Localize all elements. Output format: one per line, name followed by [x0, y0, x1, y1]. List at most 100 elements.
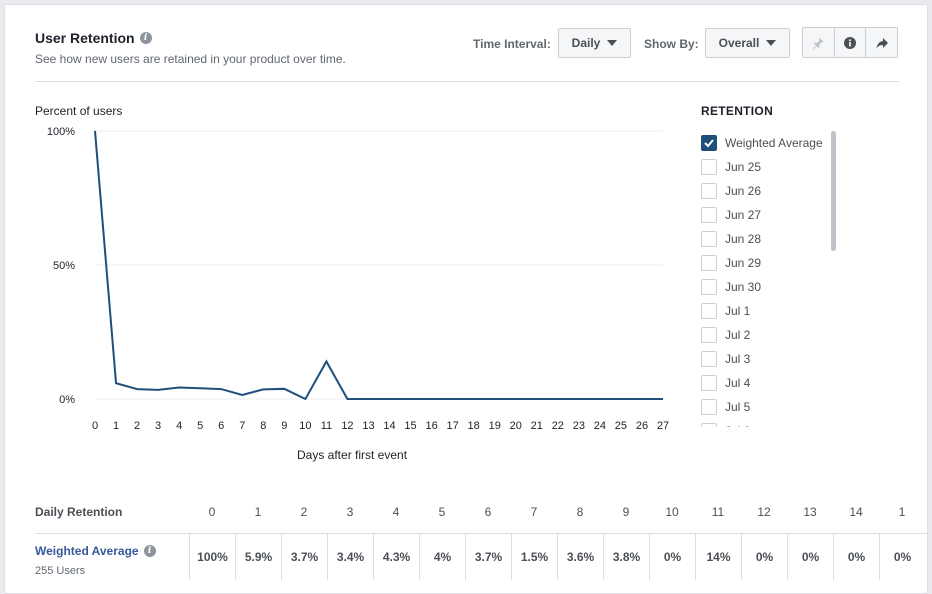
row-user-count: 255 Users: [35, 565, 86, 577]
retention-item[interactable]: Jul 2: [701, 323, 825, 347]
retention-item-label: Jul 2: [725, 328, 751, 342]
table-cell: 0%: [879, 534, 925, 580]
retention-item[interactable]: Jun 29: [701, 251, 825, 275]
chevron-down-icon: [766, 40, 777, 46]
x-tick-label: 9: [281, 420, 287, 432]
retention-item[interactable]: Jun 27: [701, 203, 825, 227]
table-cell: 3.6%: [557, 534, 603, 580]
retention-item[interactable]: Jul 1: [701, 299, 825, 323]
x-tick-label: 14: [383, 420, 395, 432]
column-header: 1: [254, 505, 262, 519]
retention-item[interactable]: Jul 6: [701, 419, 825, 427]
checkbox[interactable]: [701, 255, 717, 271]
x-tick-label: 20: [510, 420, 522, 432]
x-tick-label: 2: [134, 420, 140, 432]
table-cell: 1.5%: [511, 534, 557, 580]
x-tick-label: 19: [489, 420, 501, 432]
column-header: 10: [665, 505, 679, 519]
x-tick-label: 5: [197, 420, 203, 432]
column-header: 3: [346, 505, 354, 519]
y-tick-label: 50%: [53, 260, 75, 272]
column-header: 2: [300, 505, 308, 519]
table-cell: 100%: [189, 534, 235, 580]
checkbox[interactable]: [701, 399, 717, 415]
y-tick-label: 0%: [59, 394, 75, 406]
x-tick-label: 11: [321, 420, 332, 432]
share-button[interactable]: [866, 28, 897, 57]
table-cell: 0%: [787, 534, 833, 580]
table-cell: 4.3%: [373, 534, 419, 580]
checkbox[interactable]: [701, 327, 717, 343]
retention-item[interactable]: Jun 26: [701, 179, 825, 203]
retention-item-label: Jun 26: [725, 184, 762, 198]
retention-item[interactable]: Jun 28: [701, 227, 825, 251]
x-tick-label: 24: [594, 420, 606, 432]
x-tick-label: 10: [299, 420, 311, 432]
table-header: Daily Retention 0 1 2 3 4 5 6 7 8 9 10 11 12 13 14 1: [35, 499, 927, 525]
x-tick-label: 23: [573, 420, 585, 432]
checkbox[interactable]: [701, 159, 717, 175]
chart-actions: [802, 27, 898, 58]
x-tick-label: 6: [218, 420, 224, 432]
info-icon[interactable]: i: [143, 545, 156, 557]
retention-item-label: Jul 1: [725, 304, 751, 318]
table-cell: 4%: [419, 534, 465, 580]
column-header: 4: [392, 505, 400, 519]
checkbox[interactable]: [701, 375, 717, 391]
column-header: 0: [208, 505, 216, 519]
retention-item-label: Jul 4: [725, 376, 751, 390]
x-tick-label: 16: [425, 420, 437, 432]
retention-item-label: Jun 29: [725, 256, 762, 270]
row-name-link[interactable]: Weighted Average i: [35, 544, 156, 558]
column-header: 9: [622, 505, 630, 519]
retention-item-label: Jul 3: [725, 352, 751, 366]
retention-legend-title: RETENTION: [701, 104, 774, 118]
x-tick-label: 1: [113, 420, 119, 432]
retention-item-label: Jun 25: [725, 160, 762, 174]
checkbox[interactable]: [701, 207, 717, 223]
checkbox[interactable]: [701, 423, 717, 427]
table-cell: 5.9%: [235, 534, 281, 580]
x-tick-label: 7: [239, 420, 245, 432]
scrollbar-thumb[interactable]: [831, 131, 836, 251]
checkbox[interactable]: [701, 279, 717, 295]
x-tick-label: 26: [636, 420, 648, 432]
column-header: 7: [530, 505, 538, 519]
column-header: 6: [484, 505, 492, 519]
retention-scrollbar[interactable]: [831, 131, 836, 427]
retention-item[interactable]: Weighted Average: [701, 131, 825, 155]
x-tick-label: 3: [155, 420, 161, 432]
column-header: 12: [757, 505, 771, 519]
retention-item[interactable]: Jul 4: [701, 371, 825, 395]
table-cell: 3.7%: [465, 534, 511, 580]
table-cell: 3.8%: [603, 534, 649, 580]
checkbox[interactable]: [701, 135, 717, 151]
x-tick-label: 15: [404, 420, 416, 432]
retention-item[interactable]: Jul 5: [701, 395, 825, 419]
y-tick-label: 100%: [47, 126, 75, 138]
checkbox[interactable]: [701, 351, 717, 367]
checkbox[interactable]: [701, 183, 717, 199]
table-cell: 3.7%: [281, 534, 327, 580]
retention-item[interactable]: Jun 25: [701, 155, 825, 179]
x-tick-label: 21: [531, 420, 543, 432]
retention-item-label: Weighted Average: [725, 136, 823, 150]
column-header: 14: [849, 505, 863, 519]
x-tick-label: 0: [92, 420, 98, 432]
show-by-dropdown[interactable]: Overall: [705, 28, 790, 58]
x-tick-label: 27: [657, 420, 669, 432]
table-cell: 3.4%: [327, 534, 373, 580]
info-button[interactable]: [835, 28, 867, 57]
checkbox[interactable]: [701, 231, 717, 247]
user-retention-card: User Retention i See how new users are r…: [4, 4, 928, 594]
table-cell: 0%: [741, 534, 787, 580]
x-tick-label: 18: [468, 420, 480, 432]
retention-item[interactable]: Jun 30: [701, 275, 825, 299]
column-header: 8: [576, 505, 584, 519]
column-header: 1: [898, 505, 906, 519]
retention-item-label: Jun 27: [725, 208, 762, 222]
retention-item[interactable]: Jul 3: [701, 347, 825, 371]
checkbox[interactable]: [701, 303, 717, 319]
pin-button[interactable]: [803, 28, 835, 57]
x-tick-label: 22: [552, 420, 564, 432]
